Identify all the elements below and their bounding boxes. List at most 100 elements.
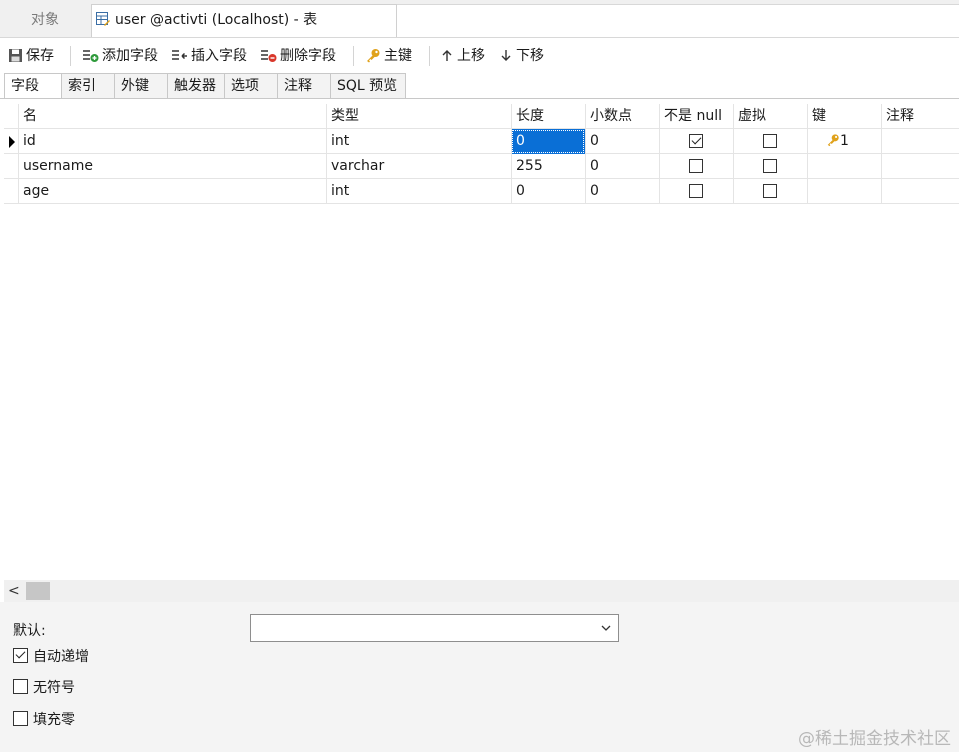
cell-comment[interactable] — [881, 179, 959, 204]
save-button[interactable]: 保存 — [8, 41, 54, 71]
cell-virtual[interactable] — [733, 154, 807, 179]
cell-decimals[interactable]: 0 — [585, 154, 659, 179]
cell-not-null[interactable] — [659, 154, 733, 179]
delete-field-icon — [261, 50, 277, 62]
default-label: 默认: — [13, 623, 46, 639]
table-row[interactable]: age int 0 0 — [4, 179, 959, 204]
delete-field-button[interactable]: 删除字段 — [260, 41, 336, 71]
unsigned-option[interactable]: 无符号 — [13, 679, 75, 697]
current-row-indicator — [4, 129, 18, 154]
column-header-decimals[interactable]: 小数点 — [585, 104, 659, 129]
cell-length[interactable]: 0 — [511, 129, 585, 154]
cell-not-null[interactable] — [659, 129, 733, 154]
subtab-indexes[interactable]: 索引 — [61, 73, 115, 98]
primary-key-button[interactable]: 主键 — [365, 41, 412, 71]
unsigned-checkbox[interactable] — [13, 679, 28, 694]
horizontal-scrollbar[interactable]: < — [4, 580, 959, 602]
cell-key[interactable] — [807, 154, 881, 179]
column-header-virtual[interactable]: 虚拟 — [733, 104, 807, 129]
cell-decimals[interactable]: 0 — [585, 129, 659, 154]
auto-increment-option[interactable]: 自动递增 — [13, 648, 89, 666]
scrollbar-thumb[interactable] — [26, 582, 50, 600]
zerofill-checkbox[interactable] — [13, 711, 28, 726]
virtual-checkbox[interactable] — [763, 184, 777, 198]
cell-not-null[interactable] — [659, 179, 733, 204]
tab-table-designer-label: user @activti (Localhost) - 表 — [115, 12, 318, 28]
subtab-sql-preview[interactable]: SQL 预览 — [330, 73, 406, 98]
column-header-name[interactable]: 名 — [18, 104, 326, 129]
column-header-comment[interactable]: 注释 — [881, 104, 959, 129]
cell-type[interactable]: varchar — [326, 154, 511, 179]
tab-strip-empty — [397, 4, 959, 37]
subtabs-divider — [0, 98, 959, 99]
subtab-comments[interactable]: 注释 — [277, 73, 331, 98]
cell-name[interactable]: age — [18, 179, 326, 204]
primary-key-label: 主键 — [384, 48, 412, 64]
toolbar: 保存 添加字段 插入字段 删除字段 主键 上移 下移 — [0, 41, 959, 71]
cell-key[interactable] — [807, 179, 881, 204]
table-row[interactable]: id int 0 0 1 — [4, 129, 959, 154]
save-icon — [9, 49, 22, 62]
key-icon — [827, 134, 839, 147]
move-up-label: 上移 — [457, 48, 485, 64]
table-design-icon — [96, 12, 110, 26]
cell-decimals[interactable]: 0 — [585, 179, 659, 204]
cell-virtual[interactable] — [733, 179, 807, 204]
move-down-label: 下移 — [516, 48, 544, 64]
subtab-triggers[interactable]: 触发器 — [167, 73, 225, 98]
add-field-icon — [83, 50, 99, 62]
virtual-checkbox[interactable] — [763, 159, 777, 173]
add-field-button[interactable]: 添加字段 — [82, 41, 158, 71]
table-row[interactable]: username varchar 255 0 — [4, 154, 959, 179]
not-null-checkbox[interactable] — [689, 159, 703, 173]
add-field-label: 添加字段 — [102, 48, 158, 64]
subtab-options[interactable]: 选项 — [224, 73, 278, 98]
delete-field-label: 删除字段 — [280, 48, 336, 64]
cell-length[interactable]: 255 — [511, 154, 585, 179]
fields-grid: 名 类型 长度 小数点 不是 null 虚拟 键 注释 id int 0 0 1… — [4, 104, 959, 204]
zerofill-option[interactable]: 填充零 — [13, 711, 75, 729]
column-header-type[interactable]: 类型 — [326, 104, 511, 129]
insert-field-icon — [172, 50, 187, 60]
cell-type[interactable]: int — [326, 179, 511, 204]
row-pointer-icon — [9, 136, 15, 148]
cell-length[interactable]: 0 — [511, 179, 585, 204]
subtab-fields[interactable]: 字段 — [4, 73, 62, 99]
cell-name[interactable]: id — [18, 129, 326, 154]
column-header-not-null[interactable]: 不是 null — [659, 104, 733, 129]
scroll-left-button[interactable]: < — [8, 580, 22, 602]
key-order: 1 — [840, 133, 849, 149]
arrow-up-icon — [442, 50, 452, 61]
virtual-checkbox[interactable] — [763, 134, 777, 148]
cell-name[interactable]: username — [18, 154, 326, 179]
insert-field-label: 插入字段 — [191, 48, 247, 64]
grid-header-row: 名 类型 长度 小数点 不是 null 虚拟 键 注释 — [4, 104, 959, 129]
unsigned-label: 无符号 — [33, 680, 75, 696]
cell-comment[interactable] — [881, 154, 959, 179]
chevron-down-icon — [601, 625, 611, 631]
tab-objects[interactable]: 对象 — [0, 4, 90, 36]
cell-comment[interactable] — [881, 129, 959, 154]
toolbar-separator — [70, 46, 71, 66]
cell-key[interactable]: 1 — [807, 129, 881, 154]
auto-increment-label: 自动递增 — [33, 649, 89, 665]
watermark: @稀土掘金技术社区 — [798, 729, 951, 749]
not-null-checkbox[interactable] — [689, 134, 703, 148]
zerofill-label: 填充零 — [33, 712, 75, 728]
insert-field-button[interactable]: 插入字段 — [171, 41, 247, 71]
subtab-foreign-keys[interactable]: 外键 — [114, 73, 168, 98]
default-value-combobox[interactable] — [250, 614, 619, 642]
column-header-length[interactable]: 长度 — [511, 104, 585, 129]
tab-table-designer[interactable]: user @activti (Localhost) - 表 — [91, 4, 397, 37]
arrow-down-icon — [501, 50, 511, 61]
not-null-checkbox[interactable] — [689, 184, 703, 198]
cell-type[interactable]: int — [326, 129, 511, 154]
column-header-key[interactable]: 键 — [807, 104, 881, 129]
document-tab-bar: 对象 user @activti (Localhost) - 表 — [0, 0, 959, 38]
key-icon — [367, 49, 380, 63]
auto-increment-checkbox[interactable] — [13, 648, 28, 663]
move-up-button[interactable]: 上移 — [440, 41, 485, 71]
move-down-button[interactable]: 下移 — [499, 41, 544, 71]
cell-virtual[interactable] — [733, 129, 807, 154]
save-button-label: 保存 — [26, 48, 54, 64]
